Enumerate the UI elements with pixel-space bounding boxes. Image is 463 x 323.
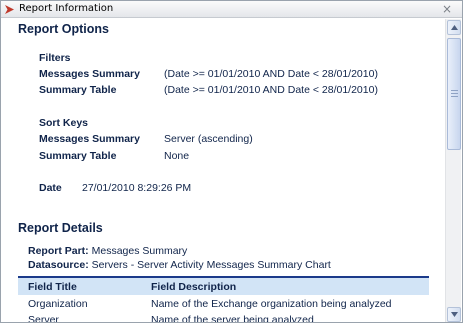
datasource-line: Datasource: Servers - Server Activity Me…: [28, 259, 331, 271]
date-value: 27/01/2010 8:29:26 PM: [82, 182, 192, 194]
report-part-value: Messages Summary: [91, 245, 188, 257]
filter-label: Messages Summary: [39, 68, 140, 80]
table-header: Field Title Field Description: [18, 276, 429, 295]
field-description-cell: Name of the Exchange organization being …: [151, 298, 392, 310]
sort-key-label: Messages Summary: [39, 133, 140, 145]
report-details-heading: Report Details: [18, 221, 103, 235]
report-options-heading: Report Options: [18, 22, 109, 36]
sort-keys-heading: Sort Keys: [39, 117, 89, 129]
table-row: Server Name of the server being analyzed: [18, 314, 429, 323]
arrow-up-icon: [451, 25, 458, 30]
filter-label: Summary Table: [39, 84, 117, 96]
table-row: Organization Name of the Exchange organi…: [18, 298, 429, 314]
datasource-label: Datasource:: [28, 259, 89, 271]
window-title: Report Information: [19, 3, 114, 14]
arrow-down-icon: [451, 312, 458, 317]
scroll-down-button[interactable]: [447, 307, 461, 322]
scroll-thumb[interactable]: [447, 38, 461, 150]
report-information-window: Report Information × Report Options Filt…: [0, 0, 463, 323]
sort-key-label: Summary Table: [39, 150, 117, 162]
column-header-field-description: Field Description: [151, 281, 237, 293]
field-title-cell: Server: [28, 314, 59, 323]
datasource-value: Servers - Server Activity Messages Summa…: [91, 259, 331, 271]
date-label: Date: [39, 182, 62, 194]
column-header-field-title: Field Title: [28, 281, 77, 293]
report-app-icon: [5, 5, 14, 14]
close-icon[interactable]: ×: [440, 2, 454, 16]
title-bar: Report Information ×: [1, 1, 462, 18]
thumb-grip: [451, 93, 458, 94]
field-title-cell: Organization: [28, 298, 88, 310]
vertical-scrollbar[interactable]: [445, 19, 461, 322]
thumb-grip: [451, 90, 458, 91]
filters-heading: Filters: [39, 52, 71, 64]
scroll-up-button[interactable]: [447, 20, 461, 35]
thumb-grip: [451, 96, 458, 97]
filter-value: (Date >= 01/01/2010 AND Date < 28/01/201…: [164, 84, 378, 96]
field-description-cell: Name of the server being analyzed: [151, 314, 314, 323]
sort-key-value: None: [164, 150, 190, 162]
report-part-label: Report Part:: [28, 245, 89, 257]
sort-key-value: Server (ascending): [164, 133, 253, 145]
filter-value: (Date >= 01/01/2010 AND Date < 28/01/201…: [164, 68, 378, 80]
report-content: Report Options Filters Messages Summary …: [1, 19, 446, 323]
report-part-line: Report Part: Messages Summary: [28, 245, 187, 257]
